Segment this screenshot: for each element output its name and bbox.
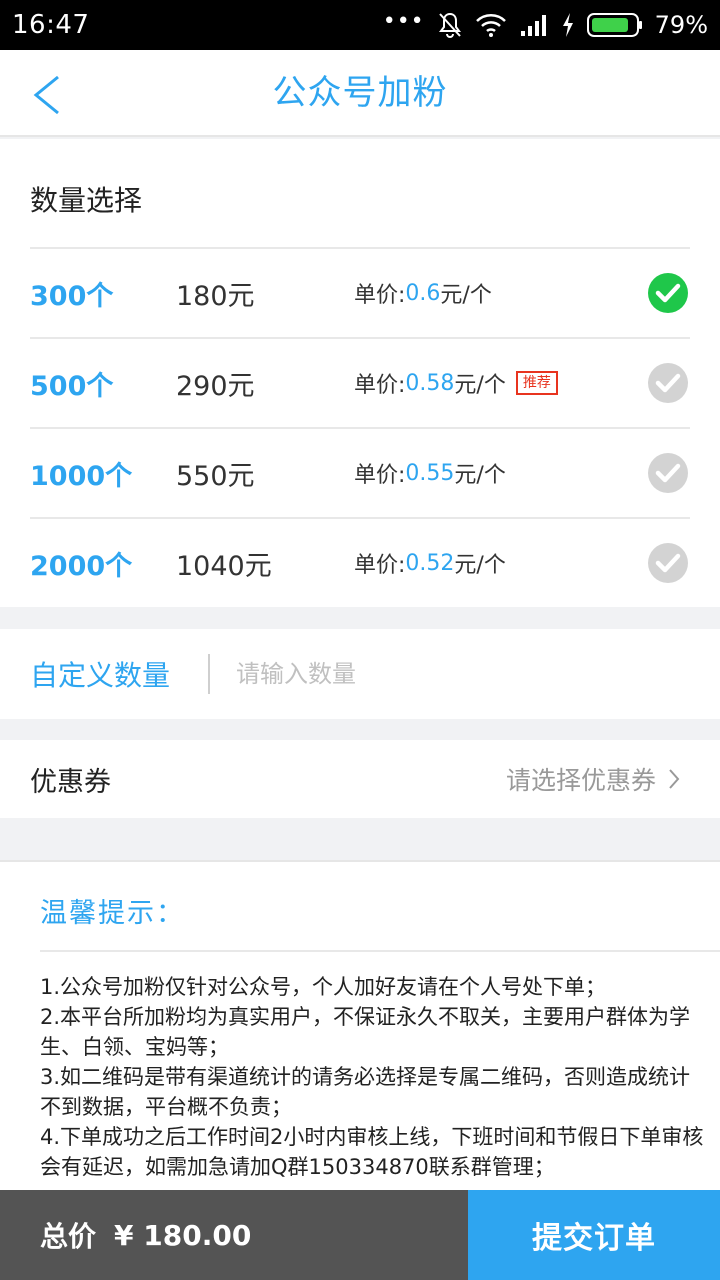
quantity-options-list: 300个 180元 单价: 0.6 元/个 500个 290元 单价: 0.58… xyxy=(30,247,690,607)
option-price: 290元 xyxy=(176,370,255,402)
signal-icon xyxy=(519,13,549,37)
page-title: 公众号加粉 xyxy=(272,73,448,113)
option-count: 1000个 xyxy=(30,460,133,492)
option-price: 550元 xyxy=(176,460,255,492)
coupon-select[interactable]: 请选择优惠券 xyxy=(506,761,680,797)
total-value: ¥ 180.00 xyxy=(114,1218,252,1252)
unit-suffix: 元/个 xyxy=(440,283,492,308)
tips-body: 1.公众号加粉仅针对公众号，个人加好友请在个人号处下单； 2.本平台所加粉均为真… xyxy=(40,972,708,1182)
check-unselected-icon[interactable] xyxy=(648,453,688,493)
bottom-bar: 总价 ¥ 180.00 提交订单 xyxy=(0,1190,720,1280)
check-selected-icon[interactable] xyxy=(648,273,688,313)
battery-icon xyxy=(586,12,643,38)
unit-suffix: 元/个 xyxy=(454,373,506,398)
tip-line: 2.本平台所加粉均为真实用户，不保证永久不取关，主要用户群体为学生、白领、宝妈等… xyxy=(40,1005,691,1059)
status-time: 16:47 xyxy=(12,10,90,40)
status-icons: ••• 79% xyxy=(382,8,708,40)
quantity-option-2000[interactable]: 2000个 1040元 单价: 0.52 元/个 xyxy=(30,517,690,607)
battery-percent: 79% xyxy=(654,11,708,39)
quantity-option-500[interactable]: 500个 290元 单价: 0.58 元/个 推荐 xyxy=(30,337,690,427)
quantity-title: 数量选择 xyxy=(30,184,143,217)
recommend-badge: 推荐 xyxy=(515,371,558,395)
option-unit-price: 单价: 0.55 元/个 xyxy=(354,457,506,489)
unit-prefix: 单价: xyxy=(354,373,406,398)
charging-icon xyxy=(561,12,575,38)
unit-prefix: 单价: xyxy=(354,283,406,308)
unit-prefix: 单价: xyxy=(354,463,406,488)
check-unselected-icon[interactable] xyxy=(648,363,688,403)
tip-line: 4.下单成功之后工作时间2小时内审核上线，下班时间和节假日下单审核会有延迟，如需… xyxy=(40,1125,704,1179)
tip-line: 3.如二维码是带有渠道统计的请务必选择是专属二维码，否则造成统计不到数据，平台概… xyxy=(40,1065,691,1119)
option-count: 500个 xyxy=(30,370,114,402)
status-bar: 16:47 ••• 79% xyxy=(0,0,720,50)
tips-title: 温馨提示： xyxy=(40,898,185,929)
tip-line: 1.公众号加粉仅针对公众号，个人加好友请在个人号处下单； xyxy=(40,975,607,999)
option-count: 2000个 xyxy=(30,550,133,582)
coupon-label: 优惠券 xyxy=(30,766,111,798)
total-label: 总价 xyxy=(40,1220,97,1253)
option-count: 300个 xyxy=(30,280,114,312)
option-price: 180元 xyxy=(176,280,255,312)
unit-value: 0.52 xyxy=(405,550,455,576)
total-price-area: 总价 ¥ 180.00 xyxy=(0,1190,468,1280)
quantity-option-1000[interactable]: 1000个 550元 单价: 0.55 元/个 xyxy=(30,427,690,517)
unit-value: 0.55 xyxy=(405,460,455,486)
wifi-icon xyxy=(475,13,507,37)
submit-order-button[interactable]: 提交订单 xyxy=(468,1190,720,1280)
check-unselected-icon[interactable] xyxy=(648,543,688,583)
option-unit-price: 单价: 0.52 元/个 xyxy=(354,547,506,579)
unit-value: 0.6 xyxy=(405,280,441,306)
quantity-option-300[interactable]: 300个 180元 单价: 0.6 元/个 xyxy=(30,247,690,337)
unit-suffix: 元/个 xyxy=(454,463,506,488)
custom-quantity-input[interactable] xyxy=(236,660,636,688)
option-price: 1040元 xyxy=(176,550,272,582)
unit-suffix: 元/个 xyxy=(454,553,506,578)
divider xyxy=(208,654,210,694)
unit-value: 0.58 xyxy=(405,370,455,396)
chevron-right-icon xyxy=(669,769,680,789)
mute-bell-icon xyxy=(437,11,463,39)
option-unit-price: 单价: 0.6 元/个 xyxy=(354,277,492,309)
custom-quantity-label: 自定义数量 xyxy=(30,659,171,692)
custom-quantity-section: 自定义数量 xyxy=(0,629,720,719)
coupon-row[interactable]: 优惠券 请选择优惠券 xyxy=(0,740,720,818)
header: 公众号加粉 xyxy=(0,50,720,137)
quantity-section: 数量选择 300个 180元 单价: 0.6 元/个 500个 290元 单价:… xyxy=(0,139,720,607)
coupon-select-text: 请选择优惠券 xyxy=(505,766,656,795)
status-dots: ••• xyxy=(382,8,425,34)
unit-prefix: 单价: xyxy=(354,553,406,578)
divider xyxy=(40,950,720,952)
option-unit-price: 单价: 0.58 元/个 推荐 xyxy=(354,367,558,399)
